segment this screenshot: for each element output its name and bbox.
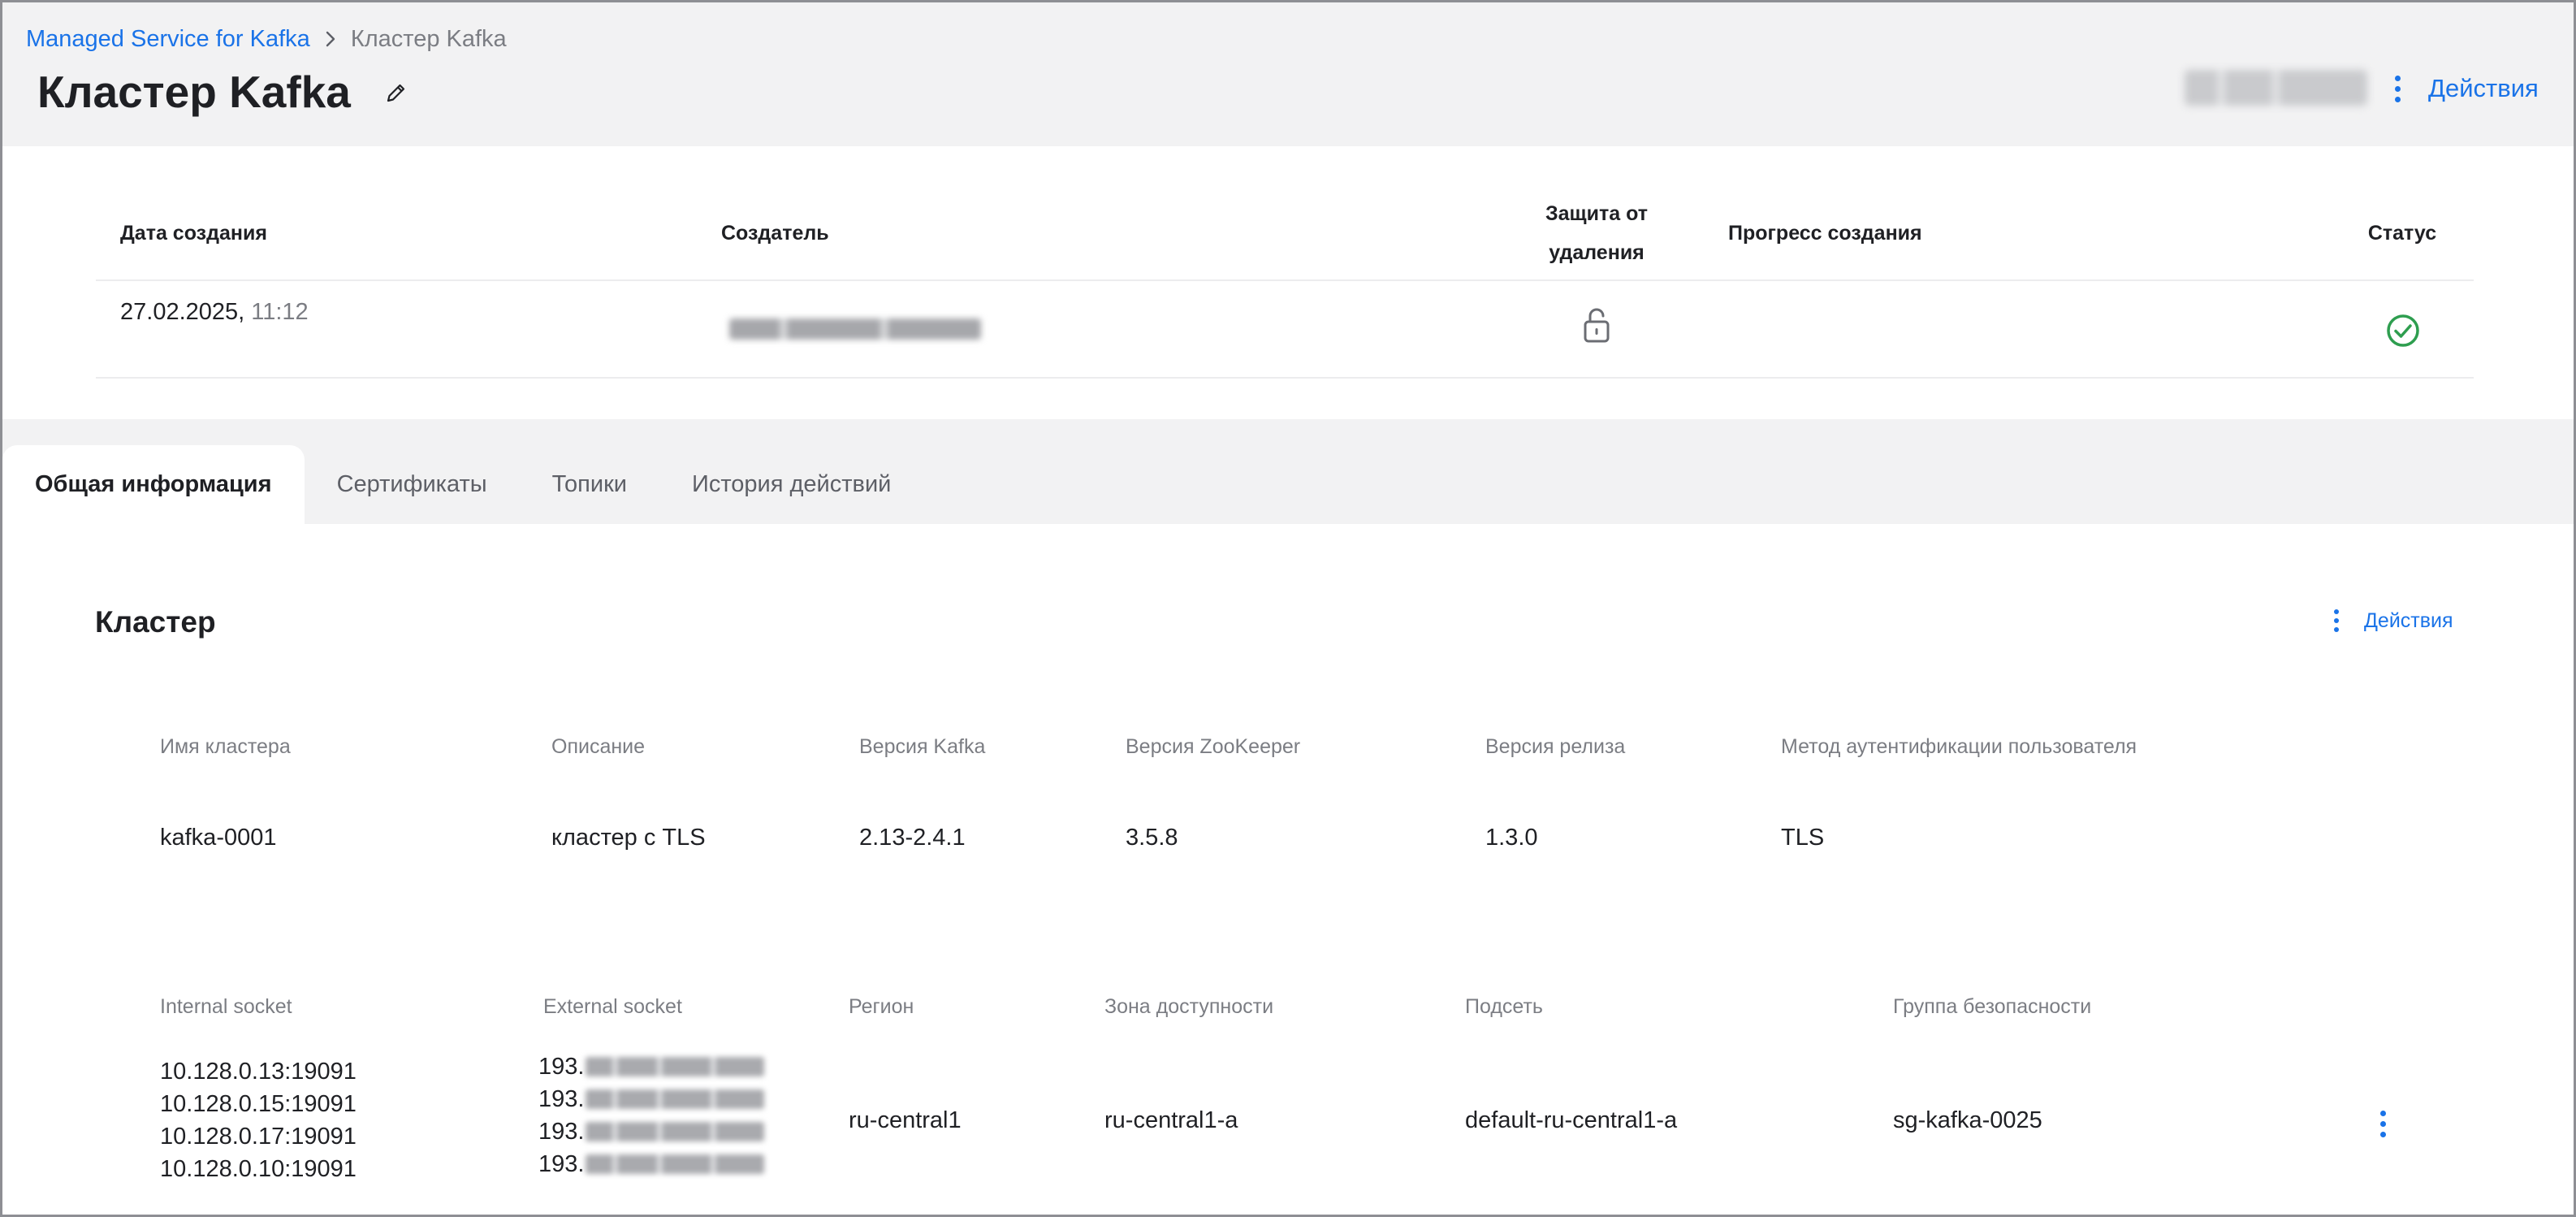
column-created: Дата создания [120,222,267,245]
unlocked-icon [1584,308,1610,343]
subnet-label: Подсеть [1465,995,1543,1018]
divider [96,377,2474,379]
auth-method-value: TLS [1781,825,1825,851]
external-socket-label: External socket [543,995,682,1018]
check-circle-icon [2387,314,2419,347]
cluster-info-card: Дата создания Создатель Защита от удален… [2,146,2574,419]
creator-redacted [729,318,981,340]
column-status: Статус [2367,222,2437,245]
external-socket-list: 193. 193. 193. 193. [538,1050,765,1180]
internal-socket: 10.128.0.15:19091 [160,1091,357,1117]
created-time: 11:12 [251,298,309,325]
external-socket: 193. [538,1083,765,1115]
external-socket: 193. [538,1115,765,1148]
internal-socket-label: Internal socket [160,995,292,1018]
zone-label: Зона доступности [1104,995,1274,1018]
tab-certificates[interactable]: Сертификаты [305,445,520,524]
page-title: Кластер Kafka [37,67,351,117]
cluster-name-value: kafka-0001 [160,825,277,851]
header-actions-label: Действия [2428,74,2539,102]
cluster-actions-label: Действия [2364,608,2453,632]
pencil-icon[interactable] [380,76,413,109]
breadcrumb-service-link[interactable]: Managed Service for Kafka [26,26,310,53]
kafka-version-label: Версия Kafka [859,735,986,758]
section-title: Кластер [95,605,216,639]
divider [96,279,2474,281]
security-group-label: Группа безопасности [1893,995,2092,1018]
region-label: Регион [849,995,914,1018]
internal-socket: 10.128.0.13:19091 [160,1059,357,1085]
created-value: 27.02.2025, 11:12 [120,291,309,333]
release-version-value: 1.3.0 [1485,825,1538,851]
breadcrumb: Managed Service for Kafka Кластер Kafka [26,23,507,55]
cluster-name-label: Имя кластера [160,735,291,758]
more-vertical-icon [2327,607,2346,634]
chevron-right-icon [317,23,344,55]
kafka-version-value: 2.13-2.4.1 [859,825,966,851]
more-vertical-icon [2388,72,2407,105]
column-progress: Прогресс создания [1728,222,1922,245]
auth-method-label: Метод аутентификации пользователя [1781,735,2137,758]
created-date: 27.02.2025, [120,298,245,325]
subnet-value: default-ru-central1-a [1465,1107,1678,1133]
zookeeper-version-label: Версия ZooKeeper [1126,735,1301,758]
external-socket: 193. [538,1148,765,1180]
column-protection: Защита от удаления [1545,202,1648,264]
description-label: Описание [551,735,646,758]
price-redacted [2185,70,2367,106]
general-info-panel: Кластер Действия Имя кластера kafka-0001… [2,524,2574,1215]
internal-socket-list: 10.128.0.13:19091 10.128.0.15:19091 10.1… [160,1055,357,1185]
internal-socket: 10.128.0.10:19091 [160,1156,357,1182]
zookeeper-version-value: 3.5.8 [1126,825,1178,851]
region-value: ru-central1 [849,1107,962,1133]
column-creator: Создатель [721,222,829,245]
more-vertical-icon[interactable] [2373,1107,2392,1140]
zone-value: ru-central1-a [1104,1107,1238,1133]
release-version-label: Версия релиза [1485,735,1626,758]
tab-bar: Общая информация Сертификаты Топики Исто… [2,445,923,524]
tab-general-info[interactable]: Общая информация [2,445,305,524]
cluster-actions-button[interactable]: Действия [2327,600,2453,641]
internal-socket: 10.128.0.17:19091 [160,1124,357,1150]
description-value: кластер с TLS [551,825,706,851]
header-actions-button[interactable]: Действия [2388,68,2539,109]
breadcrumb-current: Кластер Kafka [350,25,507,52]
tab-action-history[interactable]: История действий [659,445,923,524]
external-socket: 193. [538,1050,765,1083]
tab-topics[interactable]: Топики [520,445,659,524]
security-group-value[interactable]: sg-kafka-0025 [1893,1107,2042,1134]
